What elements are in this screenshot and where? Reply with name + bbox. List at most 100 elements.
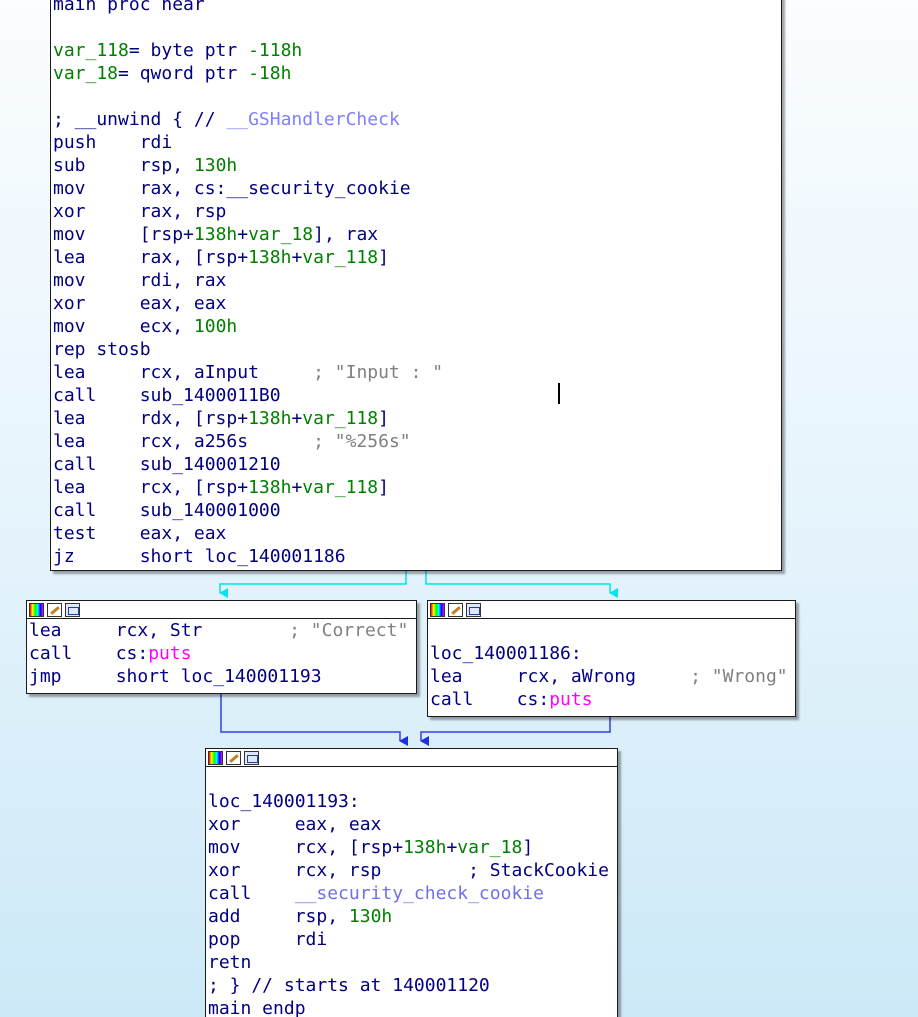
color-palette-icon[interactable] — [208, 750, 223, 765]
code-line[interactable]: xor rax, rsp — [53, 200, 779, 223]
code-line[interactable]: call cs:puts — [430, 688, 793, 711]
code-line[interactable]: mov rcx, [rsp+138h+var_18] — [208, 836, 615, 859]
code-token: main proc near — [53, 0, 205, 15]
text-cursor — [558, 383, 560, 404]
code-line[interactable]: lea rcx, aInput ; "Input : " — [53, 361, 779, 384]
code-line[interactable]: lea rcx, Str ; "Correct" — [29, 619, 414, 642]
code-token: ] — [378, 247, 389, 268]
code-token: ; __unwind { // — [53, 109, 227, 130]
code-line[interactable]: mov ecx, 100h — [53, 315, 779, 338]
code-line[interactable]: mov [rsp+138h+var_18], rax — [53, 223, 779, 246]
correct-block[interactable]: lea rcx, Str ; "Correct" call cs:puts jmp … — [26, 600, 417, 694]
code-token: call — [430, 689, 517, 710]
edit-icon[interactable] — [448, 602, 463, 617]
code-line[interactable]: call sub_1400011B0 — [53, 384, 779, 407]
end-block[interactable]: loc_140001193: xor eax, eax mov rcx, [rsp+… — [205, 748, 618, 1017]
code-line[interactable]: xor eax, eax — [208, 813, 615, 836]
code-token: call — [53, 454, 140, 475]
edit-icon[interactable] — [47, 602, 62, 617]
code-token: [rsp+ — [139, 224, 194, 245]
code-token: rcx, rsp — [294, 860, 469, 881]
code-token: xor — [53, 293, 140, 314]
code-token: xor — [53, 201, 140, 222]
code-line[interactable]: lea rax, [rsp+138h+var_118] — [53, 246, 779, 269]
graph-icon[interactable] — [244, 750, 259, 765]
code-token: retn — [208, 952, 252, 973]
code-token: call — [208, 883, 295, 904]
code-token: sub_1400011B0 — [139, 385, 281, 406]
code-token: 138h — [248, 408, 292, 429]
code-token: var_118 — [302, 247, 379, 268]
code-line[interactable]: call sub_140001000 — [53, 499, 779, 522]
code-line[interactable]: lea rcx, [rsp+138h+var_118] — [53, 476, 779, 499]
code-token: jmp — [29, 666, 116, 687]
code-line[interactable]: call sub_140001210 — [53, 453, 779, 476]
code-line[interactable]: var_18= qword ptr -18h — [53, 62, 779, 85]
code-token: var_18 — [248, 224, 314, 245]
node-header — [27, 601, 416, 619]
code-token: __security_check_cookie — [294, 883, 544, 904]
code-line[interactable] — [53, 85, 779, 108]
code-line[interactable]: pop rdi — [208, 928, 615, 951]
code-token: rcx, aInput — [139, 362, 314, 383]
code-token: mov — [53, 316, 140, 337]
code-line[interactable]: lea rcx, a256s ; "%256s" — [53, 430, 779, 453]
code-token: 138h — [248, 477, 292, 498]
code-token: 138h — [193, 224, 238, 245]
code-token: -118h — [248, 40, 303, 61]
code-token: add — [208, 906, 295, 927]
code-line[interactable]: lea rcx, aWrong ; "Wrong" — [430, 665, 793, 688]
code-token: puts — [549, 689, 593, 710]
code-line[interactable]: loc_140001186: — [430, 642, 793, 665]
code-token: loc_140001186: — [430, 643, 582, 664]
code-line[interactable]: push rdi — [53, 131, 779, 154]
code-line[interactable]: xor rcx, rsp ; StackCookie — [208, 859, 615, 882]
code-token: call — [53, 385, 140, 406]
graph-icon[interactable] — [65, 602, 80, 617]
code-token: sub — [53, 155, 140, 176]
end-block-code: loc_140001193: xor eax, eax mov rcx, [rsp+… — [206, 767, 617, 1017]
code-line[interactable] — [208, 767, 615, 790]
code-token: eax, eax — [294, 814, 382, 835]
code-line[interactable]: call cs:puts — [29, 642, 414, 665]
code-token: ] — [378, 477, 389, 498]
code-token: xor — [208, 860, 295, 881]
code-token: var_18 — [53, 63, 119, 84]
code-line[interactable]: sub rsp, 130h — [53, 154, 779, 177]
edit-icon[interactable] — [226, 750, 241, 765]
code-token: rax, [rsp+ — [139, 247, 249, 268]
code-line[interactable]: jz short loc_140001186 — [53, 545, 779, 568]
code-line[interactable]: ; __unwind { // __GSHandlerCheck — [53, 108, 779, 131]
code-line[interactable]: var_118= byte ptr -118h — [53, 39, 779, 62]
color-palette-icon[interactable] — [430, 602, 445, 617]
code-line[interactable]: mov rax, cs:__security_cookie — [53, 177, 779, 200]
code-line[interactable]: call __security_check_cookie — [208, 882, 615, 905]
code-token: short loc_140001193 — [115, 666, 322, 687]
code-line[interactable]: xor eax, eax — [53, 292, 779, 315]
code-line[interactable]: mov rdi, rax — [53, 269, 779, 292]
code-line[interactable]: retn — [208, 951, 615, 974]
code-line[interactable]: jmp short loc_140001193 — [29, 665, 414, 688]
code-token: rcx, a256s — [139, 431, 314, 452]
code-token: eax, eax — [139, 523, 227, 544]
code-line[interactable] — [430, 619, 793, 642]
code-line[interactable]: add rsp, 130h — [208, 905, 615, 928]
code-line[interactable]: test eax, eax — [53, 522, 779, 545]
code-token: ; "Wrong" — [690, 666, 788, 687]
code-line[interactable]: main proc near — [53, 0, 779, 16]
code-line[interactable]: main endp — [208, 997, 615, 1017]
color-palette-icon[interactable] — [29, 602, 44, 617]
code-line[interactable] — [53, 16, 779, 39]
code-line[interactable]: lea rdx, [rsp+138h+var_118] — [53, 407, 779, 430]
main-block[interactable]: main proc near var_118= byte ptr -118h var… — [50, 0, 782, 571]
code-token: cs: — [516, 689, 550, 710]
code-line[interactable]: rep stosb — [53, 338, 779, 361]
wrong-block[interactable]: loc_140001186: lea rcx, aWrong ; "Wrong" c… — [427, 600, 796, 717]
code-token: rdi — [294, 929, 328, 950]
graph-icon[interactable] — [466, 602, 481, 617]
code-token: ] — [378, 408, 389, 429]
code-line[interactable]: loc_140001193: — [208, 790, 615, 813]
code-token: ; "Input : " — [313, 362, 444, 383]
code-line[interactable]: ; } // starts at 140001120 — [208, 974, 615, 997]
code-token: sub_140001210 — [139, 454, 281, 475]
